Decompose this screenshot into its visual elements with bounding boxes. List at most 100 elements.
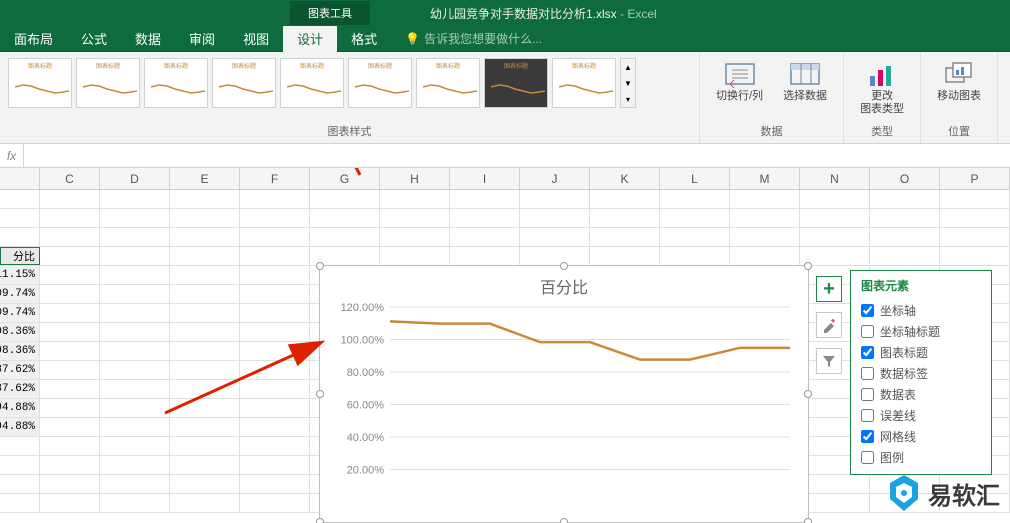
cell[interactable] [590, 209, 660, 227]
formula-bar[interactable]: fx [0, 144, 1010, 168]
chart-element-option[interactable]: 图例 [861, 447, 981, 468]
cell[interactable] [40, 475, 100, 493]
chart-element-option[interactable]: 数据表 [861, 384, 981, 405]
cell[interactable] [240, 437, 310, 455]
cell[interactable] [170, 456, 240, 474]
cell[interactable] [100, 209, 170, 227]
cell[interactable]: 分比 [0, 247, 40, 265]
cell[interactable] [100, 380, 170, 398]
change-chart-type-button[interactable]: 更改 图表类型 [852, 56, 912, 120]
chart-element-option[interactable]: 图表标题 [861, 342, 981, 363]
cell[interactable] [240, 266, 310, 284]
cell[interactable] [40, 190, 100, 208]
cell[interactable] [240, 323, 310, 341]
column-header[interactable]: M [730, 168, 800, 189]
tab-review[interactable]: 审阅 [175, 26, 229, 52]
cell[interactable] [240, 247, 310, 265]
cell[interactable] [170, 361, 240, 379]
cell[interactable]: 98.36% [0, 323, 40, 341]
cell[interactable] [170, 437, 240, 455]
cell[interactable] [0, 475, 40, 493]
cell[interactable] [40, 456, 100, 474]
tab-page-layout[interactable]: 面布局 [0, 26, 67, 52]
cell[interactable] [240, 342, 310, 360]
cell[interactable]: 11.15% [0, 266, 40, 284]
cell[interactable] [380, 190, 450, 208]
cell[interactable] [0, 456, 40, 474]
tab-format[interactable]: 格式 [337, 26, 391, 52]
checkbox[interactable] [861, 451, 874, 464]
cell[interactable]: 98.36% [0, 342, 40, 360]
cell[interactable] [240, 209, 310, 227]
checkbox[interactable] [861, 409, 874, 422]
move-chart-button[interactable]: 移动图表 [929, 56, 989, 107]
cell[interactable] [240, 399, 310, 417]
cell[interactable] [240, 304, 310, 322]
cell[interactable] [40, 266, 100, 284]
cell[interactable] [450, 247, 520, 265]
chart-styles-gallery[interactable]: 图表标题图表标题图表标题图表标题图表标题图表标题图表标题图表标题图表标题▲▼▾ [8, 56, 691, 123]
cell[interactable] [40, 399, 100, 417]
cell[interactable] [240, 418, 310, 436]
column-header[interactable]: K [590, 168, 660, 189]
cell[interactable] [40, 247, 100, 265]
chart-style-thumb[interactable]: 图表标题 [416, 58, 480, 108]
cell[interactable] [100, 418, 170, 436]
cell[interactable] [520, 228, 590, 246]
cell[interactable] [170, 399, 240, 417]
cell[interactable] [100, 266, 170, 284]
cell[interactable] [0, 494, 40, 512]
checkbox[interactable] [861, 367, 874, 380]
cell[interactable] [40, 437, 100, 455]
cell[interactable]: 09.74% [0, 285, 40, 303]
cell[interactable] [240, 456, 310, 474]
cell[interactable] [450, 190, 520, 208]
chart-element-option[interactable]: 数据标签 [861, 363, 981, 384]
cell[interactable] [170, 247, 240, 265]
cell[interactable] [100, 247, 170, 265]
cell[interactable] [590, 228, 660, 246]
column-header[interactable] [0, 168, 40, 189]
cell[interactable]: 09.74% [0, 304, 40, 322]
switch-row-col-button[interactable]: 切换行/列 [708, 56, 771, 107]
cell[interactable]: 94.88% [0, 399, 40, 417]
cell[interactable] [730, 209, 800, 227]
resize-handle[interactable] [560, 262, 568, 270]
cell[interactable]: 87.62% [0, 361, 40, 379]
chart-elements-button[interactable]: + [816, 276, 842, 302]
cell[interactable] [800, 228, 870, 246]
cell[interactable] [940, 228, 1010, 246]
cell[interactable] [870, 228, 940, 246]
column-header[interactable]: J [520, 168, 590, 189]
cell[interactable] [40, 418, 100, 436]
cell[interactable] [100, 361, 170, 379]
cell[interactable] [100, 228, 170, 246]
embedded-chart[interactable]: 百分比 20.00%40.00%60.00%80.00%100.00%120.0… [319, 265, 809, 523]
cell[interactable] [0, 190, 40, 208]
column-header[interactable]: P [940, 168, 1010, 189]
chart-element-option[interactable]: 误差线 [861, 405, 981, 426]
cell[interactable] [170, 418, 240, 436]
chart-style-thumb[interactable]: 图表标题 [8, 58, 72, 108]
cell[interactable] [0, 437, 40, 455]
cell[interactable] [100, 304, 170, 322]
cell[interactable] [380, 247, 450, 265]
cell[interactable] [240, 475, 310, 493]
checkbox[interactable] [861, 304, 874, 317]
column-header[interactable]: G [310, 168, 380, 189]
cell[interactable] [40, 304, 100, 322]
cell[interactable] [450, 209, 520, 227]
chart-style-thumb[interactable]: 图表标题 [348, 58, 412, 108]
cell[interactable]: 94.88% [0, 418, 40, 436]
cell[interactable] [40, 228, 100, 246]
cell[interactable] [380, 228, 450, 246]
column-header[interactable]: L [660, 168, 730, 189]
cell[interactable] [40, 361, 100, 379]
cell[interactable] [40, 209, 100, 227]
chart-filters-button[interactable] [816, 348, 842, 374]
cell[interactable] [870, 247, 940, 265]
chart-style-thumb[interactable]: 图表标题 [76, 58, 140, 108]
styles-more-button[interactable]: ▲▼▾ [620, 58, 636, 108]
cell[interactable] [800, 494, 870, 512]
cell[interactable] [240, 361, 310, 379]
